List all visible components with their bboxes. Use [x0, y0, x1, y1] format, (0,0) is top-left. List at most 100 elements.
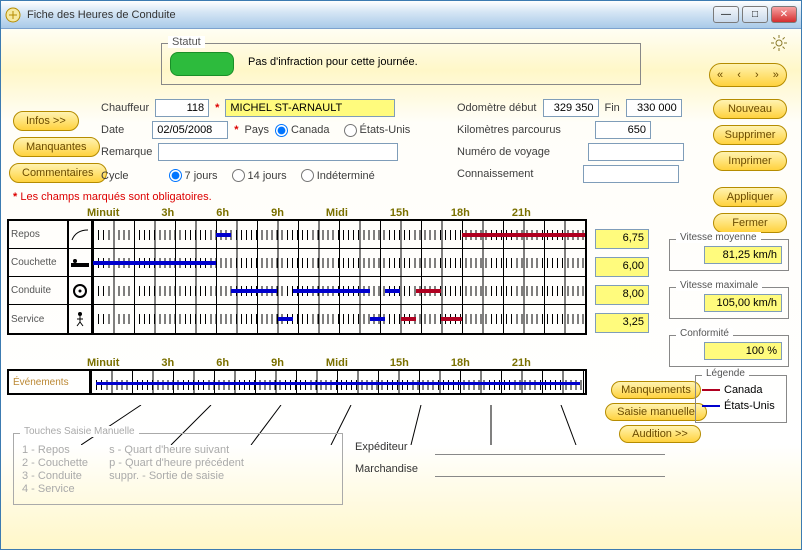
km-input[interactable]: [595, 121, 651, 139]
supprimer-button[interactable]: Supprimer: [713, 125, 787, 145]
pays-us-radio[interactable]: [344, 124, 357, 137]
vitesse-moyenne-box: Vitesse moyenne 81,25 km/h: [669, 239, 789, 271]
legend-us-label: États-Unis: [724, 400, 775, 412]
legend-us-swatch: [702, 405, 720, 407]
vmax-label: Vitesse maximale: [676, 280, 762, 291]
manual-key: 1 - Repos: [22, 444, 88, 457]
cycle-7-radio[interactable]: [169, 169, 182, 182]
window-title: Fiche des Heures de Conduite: [27, 9, 713, 21]
status-text: Pas d'infraction pour cette journée.: [248, 56, 418, 68]
time-tick: 15h: [390, 357, 409, 369]
nouveau-button[interactable]: Nouveau: [713, 99, 787, 119]
row-service-label: Service: [9, 305, 69, 333]
time-tick: 6h: [216, 207, 229, 219]
conn-input[interactable]: [583, 165, 679, 183]
saisie-button[interactable]: Saisie manuelle: [605, 403, 707, 421]
fin-label: Fin: [605, 102, 620, 114]
manual-key: 3 - Conduite: [22, 470, 88, 483]
pays-label: Pays: [245, 124, 269, 136]
odo-debut-label: Odomètre début: [457, 102, 537, 114]
pays-canada-label: Canada: [291, 124, 330, 136]
manual-keys-box: Touches Saisie Manuelle 1 - Repos 2 - Co…: [13, 433, 343, 505]
date-label: Date: [101, 124, 124, 136]
repos-value: 6,75: [595, 229, 649, 249]
time-tick: 21h: [512, 207, 531, 219]
nav-last-icon[interactable]: »: [773, 69, 779, 81]
minimize-button[interactable]: —: [713, 6, 739, 23]
time-tick: 3h: [161, 207, 174, 219]
cycle-label: Cycle: [101, 170, 129, 182]
nav-prev-icon[interactable]: ‹: [737, 69, 741, 81]
vmax-value: 105,00 km/h: [704, 294, 782, 312]
row-conduite-label: Conduite: [9, 277, 69, 304]
app-icon: [5, 7, 21, 23]
manual-key: 4 - Service: [22, 483, 88, 496]
marchandise-label: Marchandise: [355, 463, 435, 475]
expediteur-label: Expéditeur: [355, 441, 435, 453]
infos-button[interactable]: Infos >>: [13, 111, 79, 131]
cycle-ind-label: Indéterminé: [317, 170, 375, 182]
vitesse-max-box: Vitesse maximale 105,00 km/h: [669, 287, 789, 319]
expediteur-input[interactable]: [435, 439, 665, 455]
imprimer-button[interactable]: Imprimer: [713, 151, 787, 171]
time-tick: 18h: [451, 207, 470, 219]
nav-next-icon[interactable]: ›: [755, 69, 759, 81]
events-label: Événements: [9, 371, 91, 393]
marchandise-input[interactable]: [435, 461, 665, 477]
shipping-box: Expéditeur Marchandise: [355, 439, 665, 483]
manquantes-button[interactable]: Manquantes: [13, 137, 100, 157]
date-input[interactable]: [152, 121, 228, 139]
time-tick: 3h: [161, 357, 174, 369]
legend-box: Légende Canada États-Unis: [695, 375, 787, 423]
gear-icon[interactable]: [771, 35, 787, 51]
couchette-value: 6,00: [595, 257, 649, 277]
pays-canada-radio[interactable]: [275, 124, 288, 137]
time-tick: 6h: [216, 357, 229, 369]
required-note: * Les champs marqués sont obligatoires.: [13, 191, 212, 203]
row-repos-label: Repos: [9, 221, 69, 248]
chauffeur-label: Chauffeur: [101, 102, 149, 114]
chauffeur-id-input[interactable]: [155, 99, 209, 117]
content: Statut Pas d'infraction pour cette journ…: [1, 29, 801, 549]
record-nav[interactable]: « ‹ › »: [709, 63, 787, 87]
close-button[interactable]: ✕: [771, 6, 797, 23]
time-tick: Midi: [326, 207, 348, 219]
time-tick: 15h: [390, 207, 409, 219]
remarque-input[interactable]: [158, 143, 398, 161]
cycle-14-radio[interactable]: [232, 169, 245, 182]
manual-key: p - Quart d'heure précédent: [109, 457, 244, 470]
fermer-button[interactable]: Fermer: [713, 213, 787, 233]
fin-input[interactable]: [626, 99, 682, 117]
required-icon: *: [234, 124, 238, 136]
status-label: Statut: [168, 36, 205, 48]
status-indicator: [170, 52, 234, 76]
appliquer-button[interactable]: Appliquer: [713, 187, 787, 207]
required-icon: *: [215, 102, 219, 114]
pays-us-label: États-Unis: [360, 124, 411, 136]
events-chart: Minuit 3h 6h 9h Midi 15h 18h 21h Événeme…: [7, 357, 587, 395]
conduite-icon: [69, 277, 93, 304]
km-label: Kilomètres parcourus: [457, 124, 561, 136]
legend-label: Légende: [702, 368, 749, 379]
time-tick: Midi: [326, 357, 348, 369]
nav-first-icon[interactable]: «: [717, 69, 723, 81]
time-tick: Minuit: [87, 357, 119, 369]
odo-debut-input[interactable]: [543, 99, 599, 117]
time-tick: 9h: [271, 357, 284, 369]
manual-key: 2 - Couchette: [22, 457, 88, 470]
cycle-7-label: 7 jours: [185, 170, 218, 182]
time-tick: 18h: [451, 357, 470, 369]
maximize-button[interactable]: □: [742, 6, 768, 23]
voyage-input[interactable]: [588, 143, 684, 161]
commentaires-button[interactable]: Commentaires: [9, 163, 107, 183]
manquements-button[interactable]: Manquements: [611, 381, 701, 399]
time-header: Minuit 3h 6h 9h Midi 15h 18h 21h: [87, 207, 587, 219]
service-value: 3,25: [595, 313, 649, 333]
chauffeur-name-input[interactable]: [225, 99, 395, 117]
conformite-box: Conformité 100 %: [669, 335, 789, 367]
time-tick: 21h: [512, 357, 531, 369]
conduite-value: 8,00: [595, 285, 649, 305]
manual-key: s - Quart d'heure suivant: [109, 444, 244, 457]
cycle-ind-radio[interactable]: [301, 169, 314, 182]
time-tick: Minuit: [87, 207, 119, 219]
